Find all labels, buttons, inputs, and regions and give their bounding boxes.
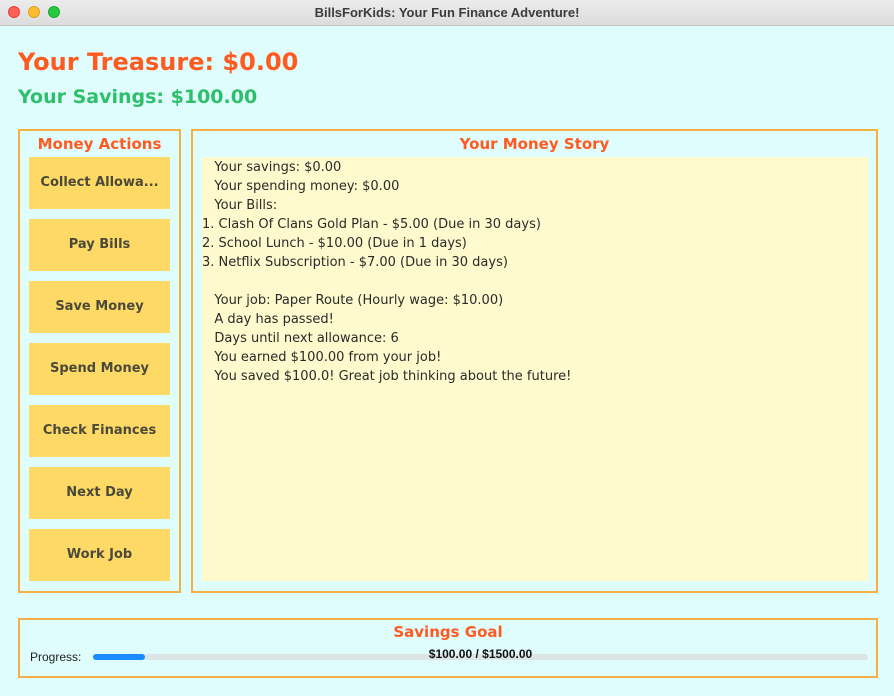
story-line bbox=[202, 272, 868, 291]
check-finances-button[interactable]: Check Finances bbox=[29, 405, 170, 457]
story-line: You earned $100.00 from your job! bbox=[202, 350, 442, 365]
money-story-title: Your Money Story bbox=[459, 135, 610, 153]
story-line: Your Bills: bbox=[202, 198, 278, 213]
savings-progress-bar: $100.00 / $1500.00 bbox=[93, 647, 868, 661]
window-titlebar: BillsForKids: Your Fun Finance Adventure… bbox=[0, 0, 894, 26]
story-line: A day has passed! bbox=[202, 312, 334, 327]
story-line: 1. Clash Of Clans Gold Plan - $5.00 (Due… bbox=[202, 217, 541, 232]
pay-bills-button[interactable]: Pay Bills bbox=[29, 219, 170, 271]
save-money-button[interactable]: Save Money bbox=[29, 281, 170, 333]
savings-label: Your Savings: $100.00 bbox=[18, 86, 258, 108]
story-lines: Your savings: $0.00 Your spending money:… bbox=[202, 157, 868, 386]
spend-money-button[interactable]: Spend Money bbox=[29, 343, 170, 395]
story-line: Your spending money: $0.00 bbox=[202, 179, 400, 194]
collect-allowance-button[interactable]: Collect Allowa... bbox=[29, 157, 170, 209]
story-line: You saved $100.0! Great job thinking abo… bbox=[202, 369, 572, 384]
story-line: Your savings: $0.00 bbox=[202, 160, 342, 175]
story-line: Your job: Paper Route (Hourly wage: $10.… bbox=[202, 293, 504, 308]
story-line: 2. School Lunch - $10.00 (Due in 1 days) bbox=[202, 236, 467, 251]
money-actions-title: Money Actions bbox=[37, 135, 162, 153]
savings-progress-text: $100.00 / $1500.00 bbox=[428, 647, 533, 661]
money-story-panel: Your Money Story Your savings: $0.00 You… bbox=[191, 129, 878, 593]
story-line: Days until next allowance: 6 bbox=[202, 331, 399, 346]
treasure-label: Your Treasure: $0.00 bbox=[18, 48, 299, 76]
savings-goal-panel: Savings Goal Progress: $100.00 / $1500.0… bbox=[18, 618, 878, 678]
money-story-textarea[interactable]: Your savings: $0.00 Your spending money:… bbox=[202, 157, 868, 581]
savings-goal-title: Savings Goal bbox=[393, 623, 503, 641]
money-actions-panel: Money Actions Collect Allowa... Pay Bill… bbox=[18, 129, 181, 593]
progress-label: Progress: bbox=[30, 650, 82, 664]
work-job-button[interactable]: Work Job bbox=[29, 529, 170, 581]
window-title: BillsForKids: Your Fun Finance Adventure… bbox=[314, 5, 580, 20]
next-day-button[interactable]: Next Day bbox=[29, 467, 170, 519]
story-line: 3. Netflix Subscription - $7.00 (Due in … bbox=[202, 255, 508, 270]
